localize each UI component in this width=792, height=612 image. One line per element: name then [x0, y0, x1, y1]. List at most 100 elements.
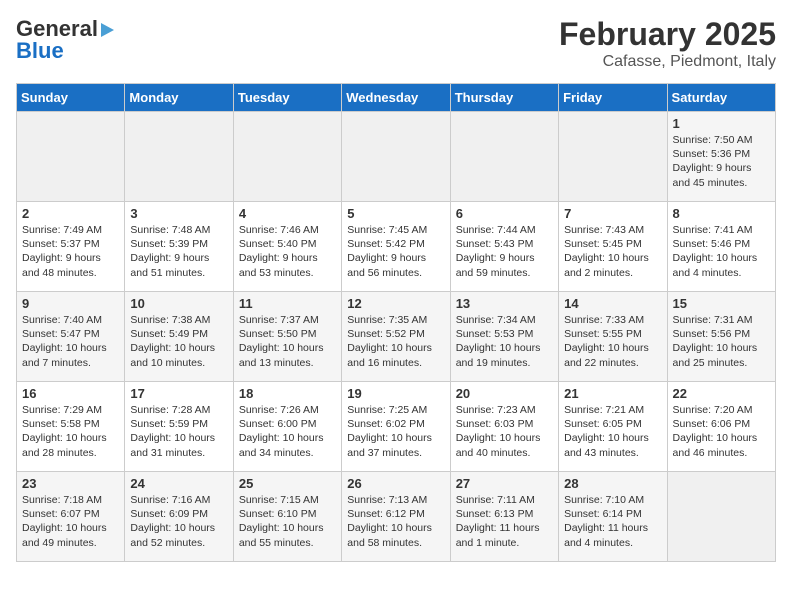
day-info: Sunrise: 7:44 AM Sunset: 5:43 PM Dayligh…	[456, 223, 553, 280]
day-number: 16	[22, 386, 119, 401]
day-number: 14	[564, 296, 661, 311]
day-info: Sunrise: 7:26 AM Sunset: 6:00 PM Dayligh…	[239, 403, 336, 460]
day-of-week-header: Wednesday	[342, 84, 450, 112]
day-number: 24	[130, 476, 227, 491]
calendar-cell: 14 Sunrise: 7:33 AM Sunset: 5:55 PM Dayli…	[559, 292, 667, 382]
day-number: 4	[239, 206, 336, 221]
day-info: Sunrise: 7:45 AM Sunset: 5:42 PM Dayligh…	[347, 223, 444, 280]
day-number: 2	[22, 206, 119, 221]
day-info: Sunrise: 7:41 AM Sunset: 5:46 PM Dayligh…	[673, 223, 770, 280]
calendar-cell: 17 Sunrise: 7:28 AM Sunset: 5:59 PM Dayli…	[125, 382, 233, 472]
day-of-week-header: Friday	[559, 84, 667, 112]
day-number: 28	[564, 476, 661, 491]
day-info: Sunrise: 7:38 AM Sunset: 5:49 PM Dayligh…	[130, 313, 227, 370]
day-info: Sunrise: 7:46 AM Sunset: 5:40 PM Dayligh…	[239, 223, 336, 280]
day-info: Sunrise: 7:18 AM Sunset: 6:07 PM Dayligh…	[22, 493, 119, 550]
calendar-cell: 16 Sunrise: 7:29 AM Sunset: 5:58 PM Dayli…	[17, 382, 125, 472]
calendar-cell: 10 Sunrise: 7:38 AM Sunset: 5:49 PM Dayli…	[125, 292, 233, 382]
day-number: 10	[130, 296, 227, 311]
calendar-title-area: February 2025 Cafasse, Piedmont, Italy	[559, 16, 776, 71]
day-number: 22	[673, 386, 770, 401]
day-of-week-header: Tuesday	[233, 84, 341, 112]
logo: General Blue	[16, 16, 114, 64]
calendar-cell: 7Sunrise: 7:43 AM Sunset: 5:45 PM Daylig…	[559, 202, 667, 292]
day-number: 6	[456, 206, 553, 221]
calendar-cell: 8 Sunrise: 7:41 AM Sunset: 5:46 PM Daylig…	[667, 202, 775, 292]
calendar-cell: 6 Sunrise: 7:44 AM Sunset: 5:43 PM Daylig…	[450, 202, 558, 292]
day-info: Sunrise: 7:13 AM Sunset: 6:12 PM Dayligh…	[347, 493, 444, 550]
calendar-week-row: 9 Sunrise: 7:40 AM Sunset: 5:47 PM Daylig…	[17, 292, 776, 382]
day-info: Sunrise: 7:50 AM Sunset: 5:36 PM Dayligh…	[673, 133, 770, 190]
day-number: 25	[239, 476, 336, 491]
day-number: 11	[239, 296, 336, 311]
day-number: 20	[456, 386, 553, 401]
calendar-cell: 25Sunrise: 7:15 AM Sunset: 6:10 PM Dayli…	[233, 472, 341, 562]
calendar-cell: 9 Sunrise: 7:40 AM Sunset: 5:47 PM Daylig…	[17, 292, 125, 382]
calendar-cell: 22 Sunrise: 7:20 AM Sunset: 6:06 PM Dayli…	[667, 382, 775, 472]
calendar-cell: 21 Sunrise: 7:21 AM Sunset: 6:05 PM Dayli…	[559, 382, 667, 472]
day-info: Sunrise: 7:11 AM Sunset: 6:13 PM Dayligh…	[456, 493, 553, 550]
calendar-cell: 24 Sunrise: 7:16 AM Sunset: 6:09 PM Dayli…	[125, 472, 233, 562]
calendar-cell: 20 Sunrise: 7:23 AM Sunset: 6:03 PM Dayli…	[450, 382, 558, 472]
calendar-cell: 1 Sunrise: 7:50 AM Sunset: 5:36 PM Daylig…	[667, 112, 775, 202]
calendar-cell: 23 Sunrise: 7:18 AM Sunset: 6:07 PM Dayli…	[17, 472, 125, 562]
day-info: Sunrise: 7:40 AM Sunset: 5:47 PM Dayligh…	[22, 313, 119, 370]
logo-blue: Blue	[16, 38, 64, 64]
day-info: Sunrise: 7:28 AM Sunset: 5:59 PM Dayligh…	[130, 403, 227, 460]
page-header: General Blue February 2025 Cafasse, Pied…	[16, 16, 776, 71]
calendar-header-row: SundayMondayTuesdayWednesdayThursdayFrid…	[17, 84, 776, 112]
day-number: 13	[456, 296, 553, 311]
calendar-title: February 2025	[559, 16, 776, 53]
day-info: Sunrise: 7:33 AM Sunset: 5:55 PM Dayligh…	[564, 313, 661, 370]
day-info: Sunrise: 7:16 AM Sunset: 6:09 PM Dayligh…	[130, 493, 227, 550]
day-info: Sunrise: 7:20 AM Sunset: 6:06 PM Dayligh…	[673, 403, 770, 460]
day-info: Sunrise: 7:21 AM Sunset: 6:05 PM Dayligh…	[564, 403, 661, 460]
day-number: 9	[22, 296, 119, 311]
calendar-cell: 11 Sunrise: 7:37 AM Sunset: 5:50 PM Dayli…	[233, 292, 341, 382]
calendar-cell: 2 Sunrise: 7:49 AM Sunset: 5:37 PM Daylig…	[17, 202, 125, 292]
day-number: 5	[347, 206, 444, 221]
calendar-cell: 15 Sunrise: 7:31 AM Sunset: 5:56 PM Dayli…	[667, 292, 775, 382]
day-info: Sunrise: 7:35 AM Sunset: 5:52 PM Dayligh…	[347, 313, 444, 370]
day-of-week-header: Monday	[125, 84, 233, 112]
calendar-table: SundayMondayTuesdayWednesdayThursdayFrid…	[16, 83, 776, 562]
day-number: 1	[673, 116, 770, 131]
day-number: 15	[673, 296, 770, 311]
calendar-cell	[450, 112, 558, 202]
calendar-cell: 4 Sunrise: 7:46 AM Sunset: 5:40 PM Daylig…	[233, 202, 341, 292]
calendar-cell: 3Sunrise: 7:48 AM Sunset: 5:39 PM Daylig…	[125, 202, 233, 292]
day-number: 21	[564, 386, 661, 401]
day-info: Sunrise: 7:37 AM Sunset: 5:50 PM Dayligh…	[239, 313, 336, 370]
day-info: Sunrise: 7:23 AM Sunset: 6:03 PM Dayligh…	[456, 403, 553, 460]
day-of-week-header: Sunday	[17, 84, 125, 112]
calendar-subtitle: Cafasse, Piedmont, Italy	[559, 53, 776, 71]
day-number: 17	[130, 386, 227, 401]
calendar-cell	[233, 112, 341, 202]
calendar-cell	[667, 472, 775, 562]
calendar-cell: 5 Sunrise: 7:45 AM Sunset: 5:42 PM Daylig…	[342, 202, 450, 292]
day-number: 12	[347, 296, 444, 311]
day-info: Sunrise: 7:49 AM Sunset: 5:37 PM Dayligh…	[22, 223, 119, 280]
day-info: Sunrise: 7:29 AM Sunset: 5:58 PM Dayligh…	[22, 403, 119, 460]
calendar-cell: 28Sunrise: 7:10 AM Sunset: 6:14 PM Dayli…	[559, 472, 667, 562]
day-number: 26	[347, 476, 444, 491]
day-number: 18	[239, 386, 336, 401]
calendar-cell: 13Sunrise: 7:34 AM Sunset: 5:53 PM Dayli…	[450, 292, 558, 382]
day-number: 8	[673, 206, 770, 221]
calendar-cell: 27 Sunrise: 7:11 AM Sunset: 6:13 PM Dayli…	[450, 472, 558, 562]
day-info: Sunrise: 7:48 AM Sunset: 5:39 PM Dayligh…	[130, 223, 227, 280]
calendar-week-row: 23 Sunrise: 7:18 AM Sunset: 6:07 PM Dayli…	[17, 472, 776, 562]
calendar-cell	[342, 112, 450, 202]
calendar-cell: 19Sunrise: 7:25 AM Sunset: 6:02 PM Dayli…	[342, 382, 450, 472]
day-number: 23	[22, 476, 119, 491]
calendar-cell	[125, 112, 233, 202]
logo-arrow-icon	[101, 23, 114, 37]
day-info: Sunrise: 7:31 AM Sunset: 5:56 PM Dayligh…	[673, 313, 770, 370]
day-of-week-header: Thursday	[450, 84, 558, 112]
day-number: 7	[564, 206, 661, 221]
calendar-cell: 26 Sunrise: 7:13 AM Sunset: 6:12 PM Dayli…	[342, 472, 450, 562]
day-number: 27	[456, 476, 553, 491]
day-of-week-header: Saturday	[667, 84, 775, 112]
calendar-cell	[17, 112, 125, 202]
calendar-cell: 12 Sunrise: 7:35 AM Sunset: 5:52 PM Dayli…	[342, 292, 450, 382]
